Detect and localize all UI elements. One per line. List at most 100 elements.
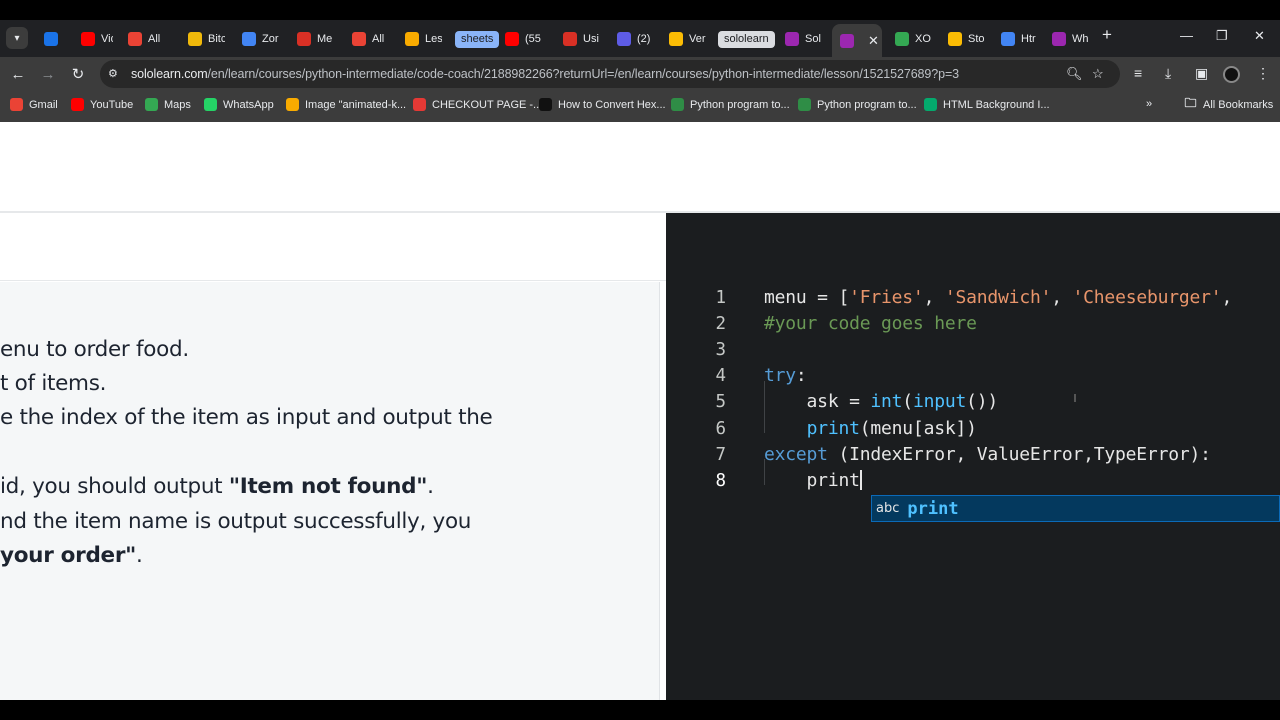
tab-label: Htr [1021, 33, 1036, 45]
media-icon[interactable]: ≡ [1134, 65, 1142, 81]
code-token: int [870, 391, 903, 413]
bookmark-item[interactable]: Gmail [10, 98, 58, 111]
code-line[interactable]: print(menu[ask]) [764, 418, 977, 439]
browser-tab[interactable]: Htr [993, 24, 1038, 54]
tab-group-label[interactable]: sololearn [718, 31, 775, 48]
bookmark-item[interactable]: HTML Background I... [924, 98, 1050, 111]
new-tab-icon[interactable]: + [1102, 25, 1112, 45]
browser-tab[interactable] [36, 24, 66, 54]
bookmark-label: HTML Background I... [943, 98, 1050, 111]
browser-tab[interactable]: XO [887, 24, 932, 54]
html-icon [1001, 32, 1015, 46]
site-info-icon[interactable]: ⚙ [108, 67, 122, 81]
bookmark-item[interactable]: YouTube [71, 98, 133, 111]
description-line: t of items. [0, 371, 107, 396]
browser-tab[interactable]: Sto [940, 24, 985, 54]
bookmark-label: Maps [164, 98, 191, 111]
tab-label: Les [425, 33, 442, 45]
forward-icon[interactable]: → [37, 63, 59, 85]
url-text[interactable]: sololearn.com/en/learn/courses/python-in… [131, 67, 959, 81]
browser-tab[interactable]: Bitc [180, 24, 225, 54]
browser-tab[interactable]: Me [289, 24, 334, 54]
gmail-icon [10, 98, 23, 111]
gfg-icon [671, 98, 684, 111]
all-bookmarks[interactable]: 🗀 All Bookmarks [1184, 96, 1273, 111]
code-token: , [1051, 287, 1073, 308]
code-line[interactable]: menu = ['Fries', 'Sandwich', 'Cheeseburg… [764, 287, 1232, 308]
bookmark-label: Gmail [29, 98, 58, 111]
browser-tab[interactable]: Ver [661, 24, 706, 54]
sololearn-icon [840, 33, 854, 48]
star-icon [286, 98, 299, 111]
side-panel-icon[interactable]: ▣ [1195, 65, 1208, 82]
back-icon[interactable]: ← [7, 63, 29, 85]
code-editor[interactable]: 1 2 3 4 5 6 7 8 menu = ['Fries', 'Sandwich', 'C… [666, 213, 1280, 700]
browser-tab[interactable]: Vid [73, 24, 113, 54]
text-suggestion-icon: abc [876, 501, 900, 516]
more-menu-icon[interactable]: ⋮ [1256, 65, 1270, 82]
bookmark-star-icon[interactable]: ☆ [1092, 66, 1104, 82]
tab-label: (2) [637, 33, 651, 45]
bookmark-label: Python program to... [690, 98, 790, 111]
browser-tab[interactable]: Zor [234, 24, 279, 54]
code-line[interactable]: try: [764, 365, 807, 386]
more-bookmarks-icon[interactable]: » [1146, 98, 1152, 110]
line-number: 5 [715, 392, 726, 413]
youtube-icon [81, 32, 95, 46]
drive-icon [669, 32, 683, 46]
lesson-icon [405, 32, 419, 46]
line-number: 7 [715, 444, 726, 465]
line-number: 1 [715, 288, 726, 308]
code-line[interactable]: #your code goes here [764, 313, 977, 334]
code-line[interactable]: except (IndexError, ValueError,TypeError… [764, 444, 1211, 465]
tab-label: Bitc [208, 33, 225, 45]
browser-tab[interactable]: Sol [777, 24, 821, 54]
bookmark-item[interactable]: Maps [145, 98, 191, 111]
minimize-icon[interactable]: — [1180, 28, 1193, 43]
code-token: try [764, 365, 796, 387]
bookmarks-bar: Gmail YouTube Maps WhatsApp Image "animated-… [0, 91, 1280, 122]
bookmark-item[interactable]: CHECKOUT PAGE -... [413, 98, 542, 111]
bookmark-item[interactable]: Image "animated-k... [286, 98, 406, 111]
tab-label: All [148, 33, 161, 45]
browser-tab[interactable]: Les [397, 24, 442, 54]
browser-tab[interactable]: Usi [555, 24, 600, 54]
browser-tab[interactable]: (2) [609, 24, 654, 54]
code-token: 'Fries' [849, 287, 924, 308]
close-window-icon[interactable]: ✕ [1254, 28, 1265, 44]
tab-close-icon[interactable]: ✕ [868, 33, 879, 49]
code-token: 'Cheeseburger' [1072, 287, 1222, 308]
browser-chrome: ▾ Vid All Bitc Zor Me All Les (55 Usi (2) Ver Sol ✕ X… [0, 20, 1280, 122]
tab-label: Me [317, 33, 333, 45]
code-line[interactable]: print [764, 469, 862, 491]
browser-tab[interactable]: Wh [1044, 24, 1090, 54]
tab-label: (55 [525, 33, 541, 45]
reload-icon[interactable]: ↻ [67, 63, 89, 85]
meet-icon [297, 32, 311, 46]
browser-tab[interactable]: ✕ [832, 24, 882, 57]
autocomplete-suggestion[interactable]: abc print [871, 495, 1280, 522]
restore-icon[interactable]: ❐ [1216, 28, 1228, 44]
bookmark-item[interactable]: WhatsApp [204, 98, 274, 111]
code-token: input [912, 391, 967, 413]
profile-avatar[interactable] [1223, 66, 1240, 83]
tab-search-chevron-icon[interactable]: ▾ [6, 27, 28, 49]
binance-icon [188, 32, 202, 46]
bookmark-item[interactable]: How to Convert Hex... [539, 98, 666, 111]
code-token: : [795, 365, 807, 387]
browser-tab[interactable]: (55 [497, 24, 542, 54]
letterbox-bottom [0, 700, 1280, 720]
bookmark-item[interactable]: Python program to... [671, 98, 790, 111]
whatsapp-icon [204, 98, 217, 111]
description-line: enu to order food. [0, 337, 189, 362]
code-line[interactable]: ask = int(input()) [764, 391, 999, 413]
code-token: print [764, 469, 860, 491]
zoom-icon[interactable]: 🔍︎ [1066, 66, 1083, 82]
address-bar[interactable]: ⚙ sololearn.com/en/learn/courses/python-… [100, 60, 1120, 88]
tab-label: Ver [689, 33, 706, 45]
browser-tab[interactable]: All [120, 24, 165, 54]
tab-group-label[interactable]: sheets [455, 31, 500, 48]
bookmark-item[interactable]: Python program to... [798, 98, 917, 111]
browser-tab[interactable]: All [344, 24, 389, 54]
download-icon[interactable]: ⤓ [1165, 65, 1171, 82]
